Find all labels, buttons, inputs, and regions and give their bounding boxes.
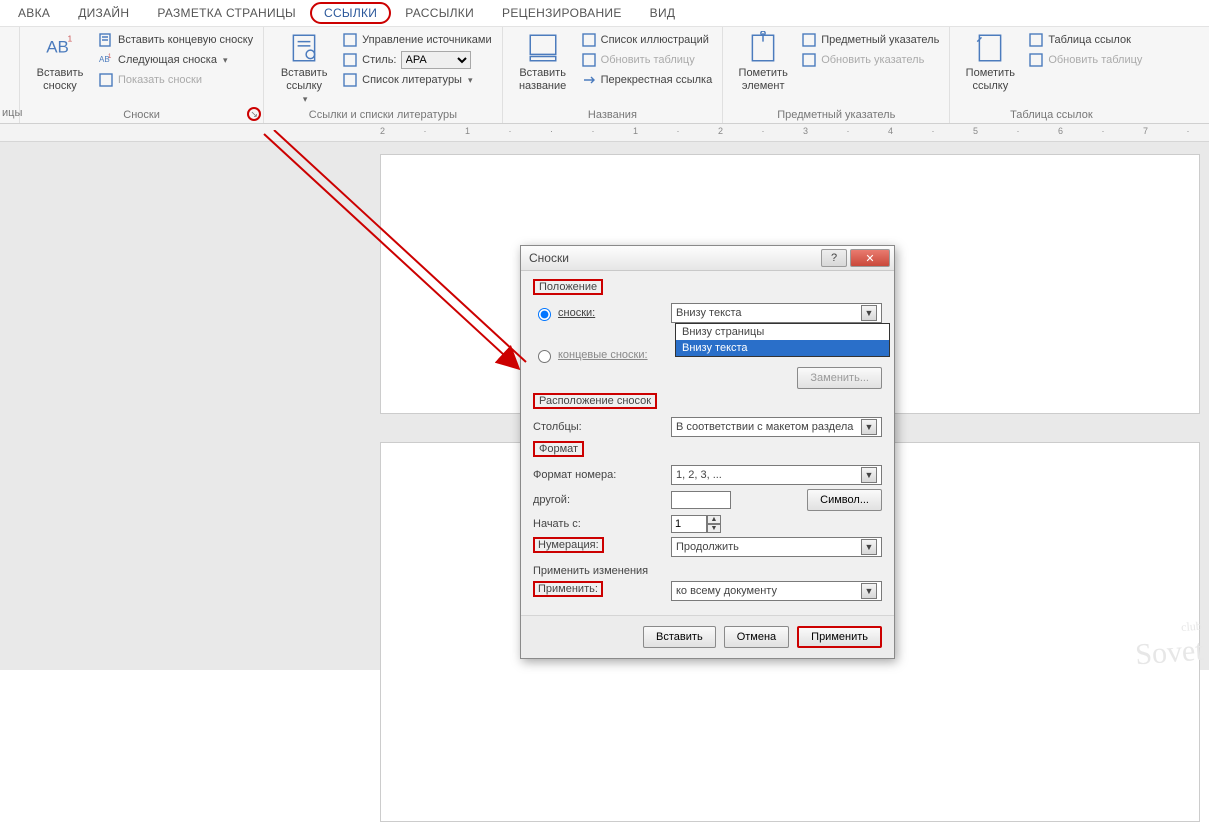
bibliography-button[interactable]: Список литературы▾ [342, 71, 491, 89]
apply-changes-label: Применить изменения [533, 565, 882, 577]
dropdown-option[interactable]: Внизу страницы [676, 324, 889, 340]
dialog-title: Сноски [529, 251, 569, 265]
insert-footnote-button[interactable]: AB1 Вставить сноску [30, 31, 90, 93]
svg-text:AB: AB [46, 37, 69, 56]
update-toa-button[interactable]: Обновить таблицу [1028, 51, 1142, 69]
section-layout: Расположение сносок [533, 393, 657, 409]
group-title-captions: Названия [513, 107, 713, 121]
update-figures-button[interactable]: Обновить таблицу [581, 51, 713, 69]
group-title-partial: ицы [2, 105, 17, 119]
tab-view[interactable]: ВИД [636, 2, 690, 24]
radio-endnotes[interactable]: концевые сноски: [533, 347, 663, 363]
symbol-button[interactable]: Символ... [807, 489, 882, 511]
group-toa: Пометить ссылку Таблица ссылок Обновить … [950, 27, 1152, 123]
custom-mark-input[interactable] [671, 491, 731, 509]
number-format-label: Формат номера: [533, 469, 663, 481]
close-button[interactable]: ✕ [850, 249, 890, 267]
tab-layout[interactable]: РАЗМЕТКА СТРАНИЦЫ [143, 2, 310, 24]
tab-design[interactable]: ДИЗАЙН [64, 2, 143, 24]
radio-footnotes[interactable]: сноски: [533, 305, 663, 321]
dropdown-option-selected[interactable]: Внизу текста [676, 340, 889, 356]
insert-endnote-button[interactable]: Вставить концевую сноску [98, 31, 253, 49]
apply-button[interactable]: Применить [797, 626, 882, 648]
footnotes-dialog: Сноски ? ✕ Положение сноски: Внизу текст… [520, 245, 895, 659]
tab-references[interactable]: ССЫЛКИ [310, 2, 391, 24]
citation-style-select[interactable]: APA [401, 51, 471, 69]
ribbon: ицы AB1 Вставить сноску Вставить концеву… [0, 26, 1209, 124]
start-at-label: Начать с: [533, 518, 663, 530]
group-index: Пометить элемент Предметный указатель Об… [723, 27, 950, 123]
footnotes-dialog-launcher[interactable]: ↘ [247, 107, 261, 121]
apply-to-combo[interactable]: ко всему документу▼ [671, 581, 882, 601]
tab-mailings[interactable]: РАССЫЛКИ [391, 2, 488, 24]
apply-to-label: Применить: [533, 581, 603, 597]
show-footnotes-button[interactable]: Показать сноски [98, 71, 253, 89]
numbering-combo[interactable]: Продолжить▼ [671, 537, 882, 557]
mark-citation-button[interactable]: Пометить ссылку [960, 31, 1020, 93]
group-citations: Вставить ссылку▾ Управление источниками … [264, 27, 502, 123]
tab-review[interactable]: РЕЦЕНЗИРОВАНИЕ [488, 2, 636, 24]
insert-toa-button[interactable]: Таблица ссылок [1028, 31, 1142, 49]
insert-button[interactable]: Вставить [643, 626, 716, 648]
group-footnotes: AB1 Вставить сноску Вставить концевую сн… [20, 27, 264, 123]
style-label: Стиль: [362, 54, 396, 66]
group-captions: Вставить название Список иллюстраций Обн… [503, 27, 724, 123]
manage-sources-button[interactable]: Управление источниками [342, 31, 491, 49]
footnotes-position-dropdown[interactable]: Внизу страницы Внизу текста [675, 323, 890, 357]
dialog-titlebar[interactable]: Сноски ? ✕ [521, 246, 894, 271]
update-index-button[interactable]: Обновить указатель [801, 51, 939, 69]
custom-mark-label: другой: [533, 494, 663, 506]
start-at-spinner[interactable]: ▲▼ [671, 515, 721, 533]
next-footnote-button[interactable]: AB1 Следующая сноска▾ [98, 51, 253, 69]
tab-vstavka[interactable]: АВКА [4, 2, 64, 24]
cross-reference-button[interactable]: Перекрестная ссылка [581, 71, 713, 89]
insert-index-button[interactable]: Предметный указатель [801, 31, 939, 49]
insert-caption-button[interactable]: Вставить название [513, 31, 573, 93]
replace-button: Заменить... [797, 367, 882, 389]
mark-index-entry-button[interactable]: Пометить элемент [733, 31, 793, 93]
columns-combo[interactable]: В соответствии с макетом раздела▼ [671, 417, 882, 437]
section-position: Положение [533, 279, 603, 295]
group-title-index: Предметный указатель [733, 107, 939, 121]
svg-text:1: 1 [67, 34, 72, 44]
horizontal-ruler[interactable]: 2 · 1 · · · 1 · 2 · 3 · 4 · 5 · 6 · 7 · … [0, 124, 1209, 142]
group-title-toa: Таблица ссылок [960, 107, 1142, 121]
chevron-down-icon: ▾ [223, 55, 228, 66]
columns-label: Столбцы: [533, 421, 663, 433]
group-title-footnotes: Сноски [30, 107, 253, 121]
svg-text:1: 1 [108, 54, 112, 60]
cancel-button[interactable]: Отмена [724, 626, 789, 648]
table-of-figures-button[interactable]: Список иллюстраций [581, 31, 713, 49]
insert-citation-button[interactable]: Вставить ссылку▾ [274, 31, 334, 106]
help-button[interactable]: ? [821, 249, 847, 267]
section-format: Формат [533, 441, 584, 457]
number-format-combo[interactable]: 1, 2, 3, ...▼ [671, 465, 882, 485]
ribbon-tabs: АВКА ДИЗАЙН РАЗМЕТКА СТРАНИЦЫ ССЫЛКИ РАС… [0, 0, 1209, 26]
footnotes-position-combo[interactable]: Внизу текста▼ [671, 303, 882, 323]
numbering-label: Нумерация: [533, 537, 604, 553]
group-title-citations: Ссылки и списки литературы [274, 107, 491, 121]
